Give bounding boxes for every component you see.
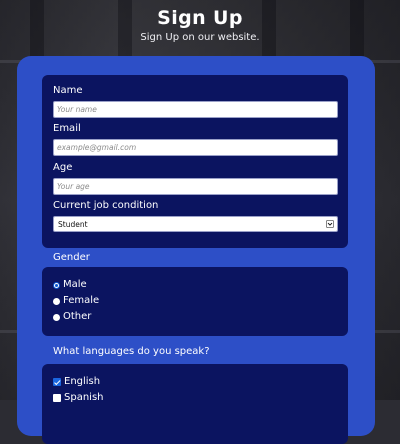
job-condition-select[interactable]: Student <box>53 216 338 232</box>
email-input[interactable] <box>53 139 338 156</box>
gender-option-label: Other <box>63 311 92 322</box>
language-option-english[interactable]: English <box>53 376 100 388</box>
languages-panel: English Spanish <box>42 364 348 444</box>
checkbox-spanish[interactable] <box>53 394 61 402</box>
name-input[interactable] <box>53 101 338 118</box>
gender-option-other[interactable]: Other <box>53 311 91 323</box>
page-header: Sign Up Sign Up on our website. <box>0 6 400 44</box>
page-subtitle: Sign Up on our website. <box>140 32 260 43</box>
age-label: Age <box>53 162 73 173</box>
age-input[interactable] <box>53 178 338 195</box>
gender-option-male[interactable]: Male <box>53 279 87 291</box>
email-label: Email <box>53 123 81 134</box>
name-label: Name <box>53 85 83 96</box>
language-option-label: English <box>64 376 101 387</box>
gender-label: Gender <box>53 252 90 263</box>
chevron-down-icon <box>326 220 334 228</box>
radio-other[interactable] <box>53 313 60 321</box>
job-condition-label: Current job condition <box>53 200 159 211</box>
gender-option-label: Male <box>63 279 87 290</box>
gender-option-label: Female <box>63 295 100 306</box>
gender-option-female[interactable]: Female <box>53 295 99 307</box>
checkbox-english[interactable] <box>53 378 61 386</box>
radio-male[interactable] <box>53 281 60 289</box>
language-option-spanish[interactable]: Spanish <box>53 392 104 404</box>
personal-info-panel: Name Email Age Current job condition Stu… <box>42 75 348 248</box>
radio-female[interactable] <box>53 297 60 305</box>
signup-form-card: Name Email Age Current job condition Stu… <box>17 56 375 444</box>
gender-panel: Male Female Other <box>42 267 348 336</box>
language-option-label: Spanish <box>64 392 104 403</box>
page-title: Sign Up <box>157 7 243 29</box>
job-condition-value: Student <box>58 219 88 229</box>
languages-label: What languages do you speak? <box>53 346 210 357</box>
